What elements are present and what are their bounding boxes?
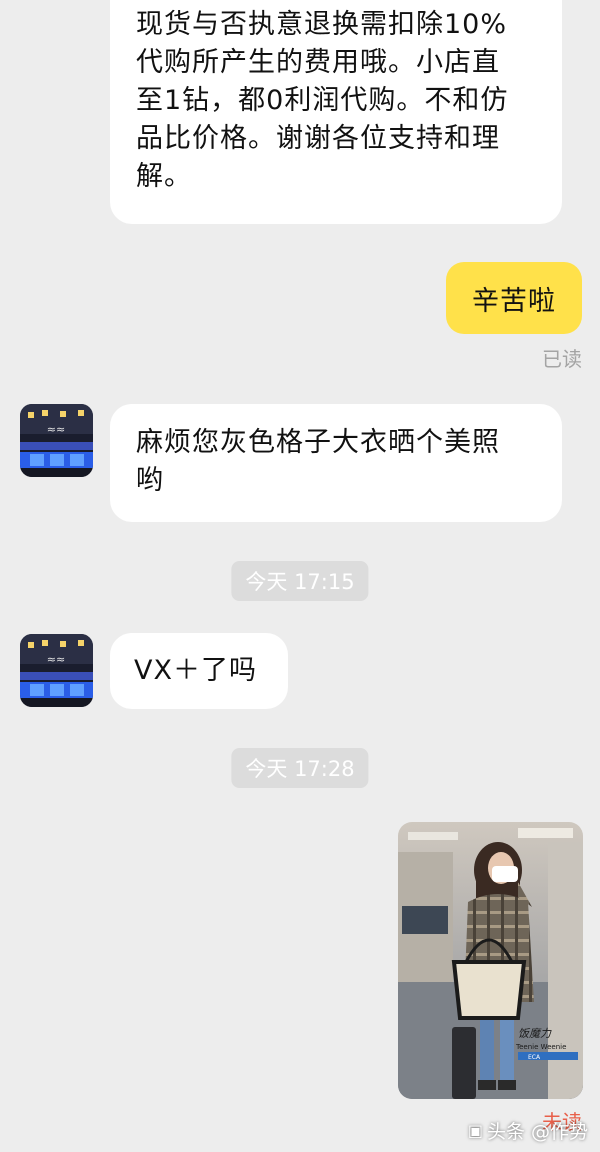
message-line: 现货与否执意退换需扣除10% [136,9,508,40]
message-bubble-incoming[interactable]: VX＋了吗 [110,633,288,709]
avatar[interactable]: ≈≈ [20,634,93,707]
read-status: 已读 [542,347,582,371]
svg-text:饭魔力: 饭魔力 [518,1027,552,1040]
message-line: 品比价格。谢谢各位支持和理 [136,123,500,154]
svg-text:ECA: ECA [528,1054,541,1061]
message-line: 麻烦您灰色格子大衣晒个美照 [136,427,500,458]
avatar[interactable]: ≈≈ [20,404,93,477]
message-line: 至1钻，都0利润代购。不和仿 [136,85,509,116]
message-line: 代购所产生的费用哦。小店直 [136,47,500,78]
storefront-avatar-image: ≈≈ [20,404,93,477]
watermark-text: 头条 @作势 [486,1121,588,1143]
message-line: 解。 [136,161,192,192]
message-text: 辛苦啦 [472,285,556,317]
toutiao-logo-icon: ▣ [467,1121,483,1140]
message-bubble-outgoing[interactable]: 辛苦啦 [446,262,582,334]
svg-text:≈≈: ≈≈ [47,423,65,436]
svg-text:≈≈: ≈≈ [47,653,65,666]
message-bubble-incoming[interactable]: 现货与否执意退换需扣除10% 代购所产生的费用哦。小店直 至1钻，都0利润代购。… [110,0,562,224]
watermark: ▣ 头条 @作势 [468,1117,588,1144]
message-image-outgoing[interactable]: 饭魔力 Teenie Weenie ECA [398,822,583,1099]
timestamp-divider: 今天 17:15 [231,561,369,601]
message-text: VX＋了吗 [134,655,257,686]
image-caption: Teenie Weenie [515,1043,566,1051]
message-bubble-incoming[interactable]: 麻烦您灰色格子大衣晒个美照 哟 [110,404,562,522]
storefront-avatar-image: ≈≈ [20,634,93,707]
message-line: 哟 [136,465,164,496]
fashion-photo: 饭魔力 Teenie Weenie ECA [398,822,583,1099]
timestamp-divider: 今天 17:28 [231,748,369,788]
